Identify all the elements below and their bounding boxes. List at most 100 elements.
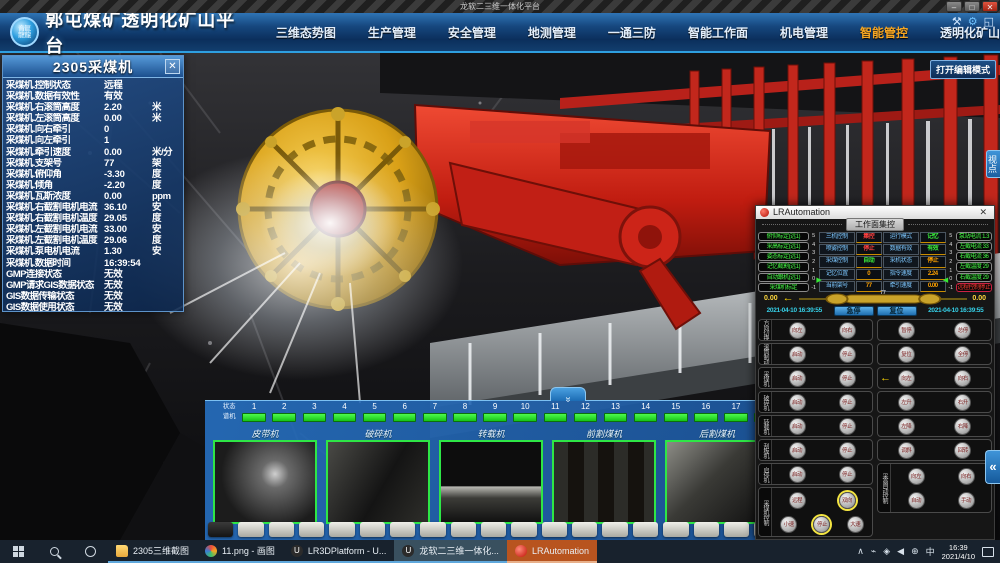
round-control-button[interactable]: 停止 — [813, 516, 830, 533]
camera-feed[interactable] — [665, 440, 769, 524]
taskbar-item[interactable]: LRAutomation — [507, 540, 597, 563]
round-control-button[interactable]: 回转 — [954, 442, 971, 459]
lr-status-button[interactable]: 右截温度 29 — [956, 273, 992, 282]
round-control-button[interactable]: 小速 — [780, 516, 797, 533]
round-control-button[interactable]: 停止 — [839, 394, 856, 411]
filmstrip-frame[interactable] — [572, 522, 597, 537]
taskbar-item[interactable]: 11.png - 画图 — [197, 540, 283, 563]
support-cell[interactable]: 16 — [691, 402, 721, 422]
round-control-button[interactable]: 左升 — [898, 394, 915, 411]
nav-item-7[interactable]: 机电管理 — [780, 24, 828, 41]
round-control-button[interactable]: 远程 — [789, 492, 806, 509]
filmstrip-frame[interactable] — [633, 522, 658, 537]
lr-calibration-button[interactable]: 记忆截割(远1) — [758, 262, 809, 271]
round-control-button[interactable]: 向右 — [958, 468, 975, 485]
lr-status-button[interactable]: 左截温度 29 — [956, 262, 992, 271]
round-control-button[interactable]: 向左 — [789, 322, 806, 339]
support-cell[interactable]: 1 — [239, 402, 269, 422]
round-control-button[interactable]: 向左 — [898, 370, 915, 387]
round-control-button[interactable]: 停止 — [839, 370, 856, 387]
strip-collapse-chevron[interactable]: » — [550, 387, 586, 401]
round-control-button[interactable]: 大速 — [847, 516, 864, 533]
filmstrip-frame[interactable] — [451, 522, 476, 537]
filmstrip-frame[interactable] — [724, 522, 749, 537]
support-cell[interactable]: 11 — [540, 402, 570, 422]
camera-feed[interactable] — [439, 440, 543, 524]
camera-feed[interactable] — [213, 440, 317, 524]
round-control-button[interactable]: 全停 — [954, 346, 971, 363]
minimize-button[interactable]: – — [946, 1, 962, 12]
round-control-button[interactable]: 复位 — [898, 346, 915, 363]
filmstrip-frame[interactable] — [329, 522, 354, 537]
filmstrip-frame[interactable] — [694, 522, 719, 537]
lr-close-icon[interactable]: ✕ — [976, 207, 990, 218]
round-control-button[interactable]: 启动 — [789, 442, 806, 459]
filmstrip-frame[interactable] — [360, 522, 385, 537]
close-button[interactable]: ✕ — [982, 1, 998, 12]
nav-item-1[interactable]: 三维态势图 — [276, 24, 336, 41]
round-control-button[interactable]: 调斜 — [898, 442, 915, 459]
support-cell[interactable]: 5 — [360, 402, 390, 422]
round-control-button[interactable]: 左降 — [898, 418, 915, 435]
filmstrip-frame[interactable] — [420, 522, 445, 537]
round-control-button[interactable]: 向右 — [954, 370, 971, 387]
tools-icon[interactable]: ⚒ — [952, 15, 962, 28]
round-control-button[interactable]: 启动 — [789, 418, 806, 435]
cortana-button[interactable] — [72, 540, 108, 563]
support-cell[interactable]: 2 — [269, 402, 299, 422]
round-control-button[interactable]: 右升 — [954, 394, 971, 411]
nav-item-8[interactable]: 智能管控 — [860, 24, 908, 41]
round-control-button[interactable]: 右降 — [954, 418, 971, 435]
nav-item-2[interactable]: 生产管理 — [368, 24, 416, 41]
round-control-button[interactable]: 双向 — [839, 492, 856, 509]
round-control-button[interactable]: 停止 — [839, 466, 856, 483]
panel-close-icon[interactable]: ✕ — [165, 59, 180, 74]
volume-icon[interactable]: ◀ — [897, 546, 904, 557]
support-cell[interactable]: 17 — [721, 402, 751, 422]
viewpoint-tab[interactable]: 视点 — [986, 150, 1000, 178]
filmstrip-frame[interactable] — [238, 522, 263, 537]
support-cell[interactable]: 8 — [450, 402, 480, 422]
filmstrip-frame[interactable] — [390, 522, 415, 537]
camera-feed[interactable] — [552, 440, 656, 524]
round-control-button[interactable]: 向右 — [839, 322, 856, 339]
filmstrip-frame[interactable] — [511, 522, 536, 537]
round-control-button[interactable]: 停止 — [839, 346, 856, 363]
taskbar-item[interactable]: ULR3DPlatform - U... — [283, 540, 395, 563]
support-cell[interactable]: 13 — [601, 402, 631, 422]
lr-calibration-button[interactable]: 俯仰标定(远1) — [758, 232, 809, 241]
filmstrip-frame[interactable] — [208, 522, 233, 537]
reset-button[interactable]: 复位 — [877, 306, 917, 316]
tray-clock[interactable]: 16:392021/4/10 — [942, 543, 975, 561]
lr-status-button[interactable]: 远程控制停止 — [956, 283, 992, 292]
lr-calibration-button[interactable]: 采煤机标定 — [758, 283, 809, 292]
network-icon[interactable]: ⊕ — [911, 546, 919, 557]
round-control-button[interactable]: 总停 — [954, 322, 971, 339]
round-control-button[interactable]: 启动 — [789, 346, 806, 363]
support-cell[interactable]: 3 — [299, 402, 329, 422]
round-control-button[interactable]: 自动 — [908, 492, 925, 509]
open-edit-mode-button[interactable]: 打开编辑模式 — [930, 60, 996, 79]
round-control-button[interactable]: 启动 — [789, 466, 806, 483]
round-control-button[interactable]: 手动 — [958, 492, 975, 509]
support-cell[interactable]: 9 — [480, 402, 510, 422]
camera-feed[interactable] — [326, 440, 430, 524]
round-control-button[interactable]: 启动 — [789, 370, 806, 387]
start-button[interactable] — [0, 540, 36, 563]
support-cell[interactable]: 6 — [390, 402, 420, 422]
lr-status-button[interactable]: 泵站电流 1.3 — [956, 232, 992, 241]
lr-calibration-button[interactable]: 姿态标定(远1) — [758, 252, 809, 261]
support-cell[interactable]: 15 — [661, 402, 691, 422]
support-cell[interactable]: 14 — [631, 402, 661, 422]
filmstrip-frame[interactable] — [299, 522, 324, 537]
nav-item-3[interactable]: 安全管理 — [448, 24, 496, 41]
lr-calibration-button[interactable]: 采高标定(远1) — [758, 242, 809, 251]
filmstrip-frame[interactable] — [481, 522, 506, 537]
round-control-button[interactable]: 暂停 — [898, 322, 915, 339]
support-cell[interactable]: 7 — [420, 402, 450, 422]
lr-calibration-button[interactable]: 自动跟机(远1) — [758, 273, 809, 282]
lr-tab-workface[interactable]: 工作面集控 — [846, 218, 904, 231]
nav-item-6[interactable]: 智能工作面 — [688, 24, 748, 41]
round-control-button[interactable]: 向左 — [908, 468, 925, 485]
shield-icon[interactable]: ◈ — [883, 546, 890, 557]
